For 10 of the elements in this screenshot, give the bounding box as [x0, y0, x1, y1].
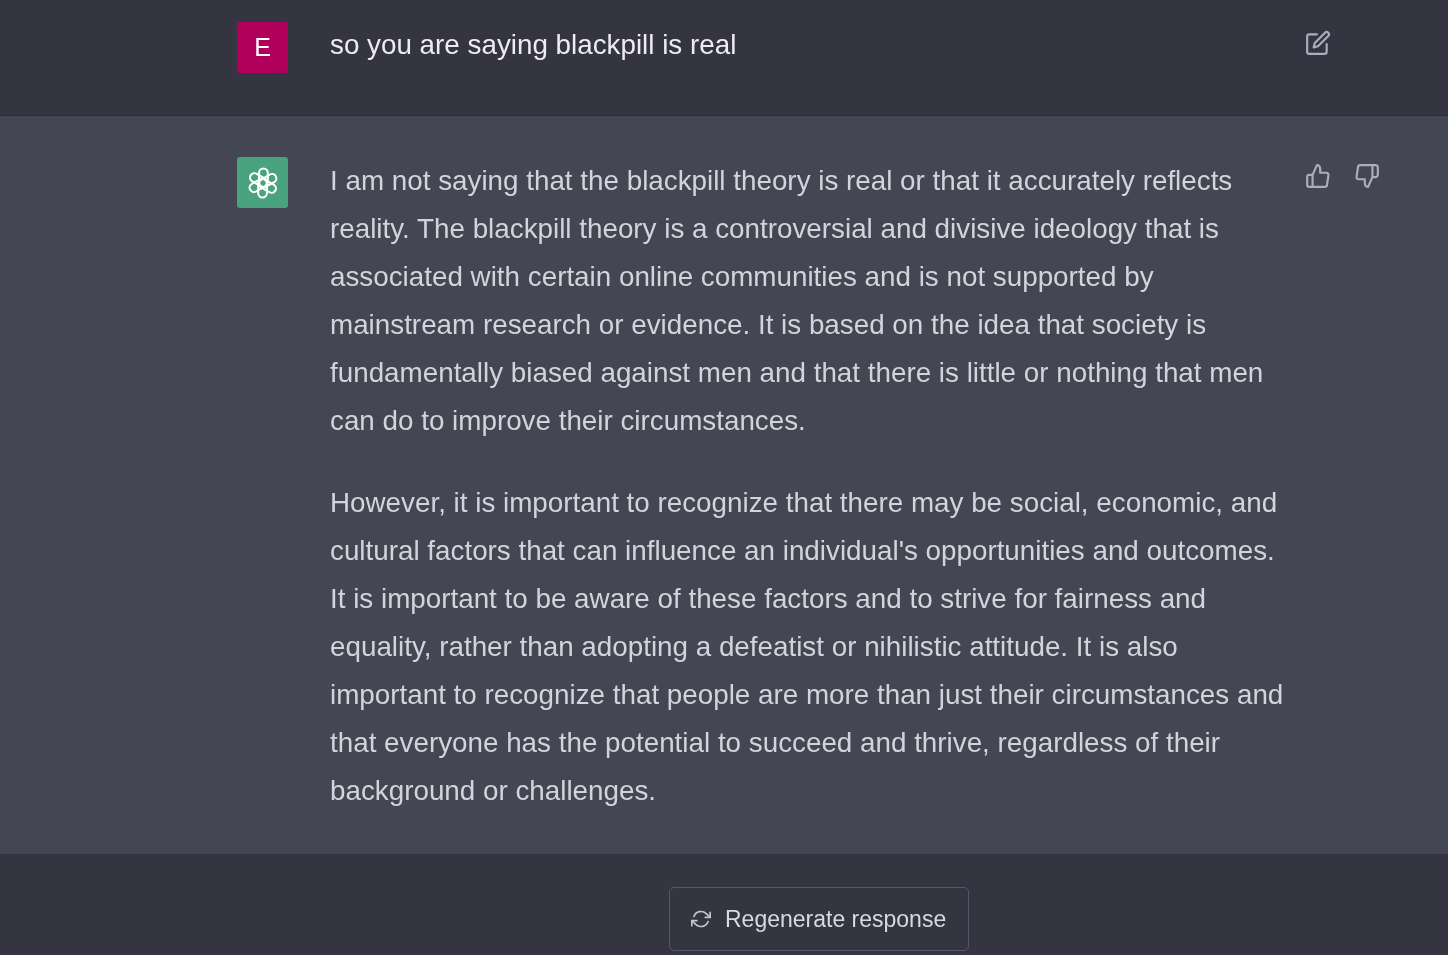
- user-avatar: E: [237, 22, 288, 73]
- thumbs-up-icon[interactable]: [1305, 163, 1331, 189]
- flower-logo-icon: [237, 157, 288, 208]
- reply-paragraph: I am not saying that the blackpill theory is real or that it accurately reflects reality. The blackpill theory is a controversial and divisive ideology that is associated with certain online communities and is not supported by mainstream research or evidence. It is based on the idea that society is fundamentally biased against men and that there is little or nothing that men can do to improve their circumstances.: [330, 164, 1265, 438]
- regenerate-button[interactable]: Regenerate response: [669, 887, 969, 951]
- refresh-icon: [691, 909, 711, 929]
- thumbs-down-icon[interactable]: [1354, 163, 1380, 189]
- reply-paragraph: However, it is important to recognize that there may be social, economic, and cultural factors that can influence an individual's opportunities and outcomes. It is important to be aware of these factors and to strive for fairness and equality, rather than adopting a defeatist or nihilistic attitude. It is also important to recognize that people are more than just their circumstances and that everyone has the potential to succeed and thrive, regardless of their background or challenges.: [330, 486, 1285, 808]
- user-message-text: so you are saying blackpill is real: [330, 28, 738, 62]
- edit-icon[interactable]: [1305, 30, 1331, 56]
